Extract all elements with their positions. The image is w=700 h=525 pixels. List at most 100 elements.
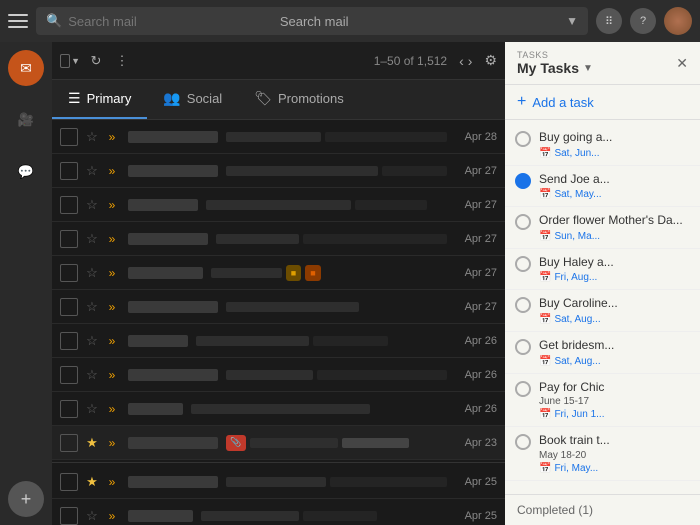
tasks-close-icon[interactable]: ✕ — [676, 55, 688, 72]
star-icon[interactable]: ☆ — [84, 401, 100, 417]
compose-button[interactable]: + — [8, 481, 44, 517]
star-icon[interactable]: ☆ — [84, 265, 100, 281]
email-checkbox[interactable] — [60, 434, 78, 452]
email-list: ☆ » Apr 28 ☆ » Apr 27 — [52, 120, 505, 525]
sidebar-mail-icon[interactable]: ✉ — [8, 50, 44, 86]
email-row[interactable]: ☆ » Apr 27 — [52, 188, 505, 222]
email-row[interactable]: ☆ » Apr 26 — [52, 358, 505, 392]
compose-plus-icon: + — [21, 489, 32, 510]
tab-primary[interactable]: ☰ Primary — [52, 80, 147, 119]
email-snippet-2 — [382, 166, 447, 176]
email-row[interactable]: ☆ » Apr 27 — [52, 222, 505, 256]
email-snippet — [191, 404, 370, 414]
email-row[interactable]: ☆ » Apr 27 — [52, 154, 505, 188]
star-icon[interactable]: ☆ — [84, 129, 100, 145]
completed-label: Completed (1) — [517, 503, 593, 517]
star-icon[interactable]: ☆ — [84, 367, 100, 383]
email-row[interactable]: ☆ » Apr 26 — [52, 392, 505, 426]
task-item[interactable]: Buy going a... 📅 Sat, Jun... — [505, 124, 700, 166]
avatar[interactable] — [664, 7, 692, 35]
tab-social[interactable]: 👥 Social — [147, 80, 238, 119]
email-snippet — [206, 200, 351, 210]
add-task-plus-icon: + — [517, 93, 526, 111]
email-tag: ■ — [286, 265, 301, 281]
search-input[interactable] — [68, 14, 274, 29]
sidebar-chat-icon[interactable]: 💬 — [8, 154, 44, 190]
email-checkbox[interactable] — [60, 196, 78, 214]
email-checkbox[interactable] — [60, 400, 78, 418]
email-row[interactable]: ☆ » ■ ■ Apr 27 — [52, 256, 505, 290]
task-checkbox[interactable] — [515, 434, 531, 450]
task-item[interactable]: Pay for Chic June 15-17 📅 Fri, Jun 1... — [505, 374, 700, 428]
email-row[interactable]: ☆ » Apr 27 — [52, 290, 505, 324]
email-sender — [128, 199, 198, 211]
email-date: Apr 27 — [455, 199, 497, 211]
tasks-panel: TASKS My Tasks ▼ ✕ + Add a task Buy goin… — [505, 42, 700, 525]
star-icon[interactable]: ★ — [84, 435, 100, 451]
task-checkbox[interactable] — [515, 256, 531, 272]
task-checkbox[interactable] — [515, 131, 531, 147]
tasks-label: TASKS — [517, 50, 593, 60]
email-checkbox[interactable] — [60, 473, 78, 491]
email-row[interactable]: ★ » Apr 25 — [52, 465, 505, 499]
search-bar-container: 🔍 Search mail ▼ — [36, 7, 588, 35]
task-checkbox[interactable] — [515, 214, 531, 230]
task-checkbox[interactable] — [515, 381, 531, 397]
task-content: Buy Haley a... 📅 Fri, Aug... — [539, 255, 690, 284]
refresh-button[interactable]: ↻ — [86, 51, 106, 71]
task-checkbox[interactable] — [515, 339, 531, 355]
email-checkbox[interactable] — [60, 264, 78, 282]
star-icon[interactable]: ★ — [84, 474, 100, 490]
task-item[interactable]: Get bridesm... 📅 Sat, Aug... — [505, 332, 700, 374]
help-icon[interactable]: ? — [630, 8, 656, 34]
email-body — [201, 511, 447, 521]
tasks-title-text: My Tasks — [517, 60, 579, 76]
task-checkbox[interactable] — [515, 173, 531, 189]
star-icon[interactable]: ☆ — [84, 333, 100, 349]
forward-icon: » — [104, 509, 120, 523]
completed-section[interactable]: Completed (1) — [505, 494, 700, 525]
task-checkbox[interactable] — [515, 297, 531, 313]
task-item[interactable]: Send Joe a... 📅 Sat, May... — [505, 166, 700, 208]
email-snippet-2 — [313, 336, 388, 346]
tab-promotions[interactable]: 🏷 Promotions — [238, 80, 360, 119]
email-sender — [128, 476, 218, 488]
select-all-checkbox[interactable]: ▼ — [60, 51, 80, 71]
settings-icon[interactable]: ⚙ — [484, 52, 497, 69]
tasks-header: TASKS My Tasks ▼ ✕ — [505, 42, 700, 85]
more-options-button[interactable]: ⋮ — [112, 51, 132, 71]
email-row[interactable]: ☆ » Apr 25 — [52, 499, 505, 525]
sidebar-meet-icon[interactable]: 🎥 — [8, 102, 44, 138]
primary-tab-icon: ☰ — [68, 90, 81, 107]
email-checkbox[interactable] — [60, 332, 78, 350]
email-row[interactable]: ☆ » Apr 26 — [52, 324, 505, 358]
star-icon[interactable]: ☆ — [84, 508, 100, 524]
search-dropdown-icon[interactable]: ▼ — [566, 14, 578, 28]
apps-icon[interactable]: ⠿ — [596, 8, 622, 34]
email-checkbox[interactable] — [60, 128, 78, 146]
email-body — [226, 302, 447, 312]
email-row[interactable]: ★ » 📎 Apr 23 — [52, 426, 505, 460]
hamburger-menu[interactable] — [8, 14, 28, 28]
add-task-row[interactable]: + Add a task — [505, 85, 700, 120]
email-checkbox[interactable] — [60, 507, 78, 525]
prev-page-button[interactable]: ‹ — [459, 53, 464, 69]
task-item[interactable]: Book train t... May 18-20 📅 Fri, May... — [505, 427, 700, 481]
next-page-button[interactable]: › — [468, 53, 473, 69]
email-row[interactable]: ☆ » Apr 28 — [52, 120, 505, 154]
star-icon[interactable]: ☆ — [84, 197, 100, 213]
email-checkbox[interactable] — [60, 366, 78, 384]
star-icon[interactable]: ☆ — [84, 231, 100, 247]
task-item[interactable]: Order flower Mother's Da... 📅 Sun, Ma... — [505, 207, 700, 249]
tasks-dropdown-icon[interactable]: ▼ — [583, 63, 593, 74]
star-icon[interactable]: ☆ — [84, 299, 100, 315]
email-checkbox[interactable] — [60, 162, 78, 180]
email-body — [226, 166, 447, 176]
task-item[interactable]: Buy Caroline... 📅 Sat, Aug... — [505, 290, 700, 332]
task-item[interactable]: Buy Haley a... 📅 Fri, Aug... — [505, 249, 700, 291]
email-checkbox[interactable] — [60, 298, 78, 316]
star-icon[interactable]: ☆ — [84, 163, 100, 179]
email-body — [226, 132, 447, 142]
tasks-title-row: My Tasks ▼ — [517, 60, 593, 76]
email-checkbox[interactable] — [60, 230, 78, 248]
